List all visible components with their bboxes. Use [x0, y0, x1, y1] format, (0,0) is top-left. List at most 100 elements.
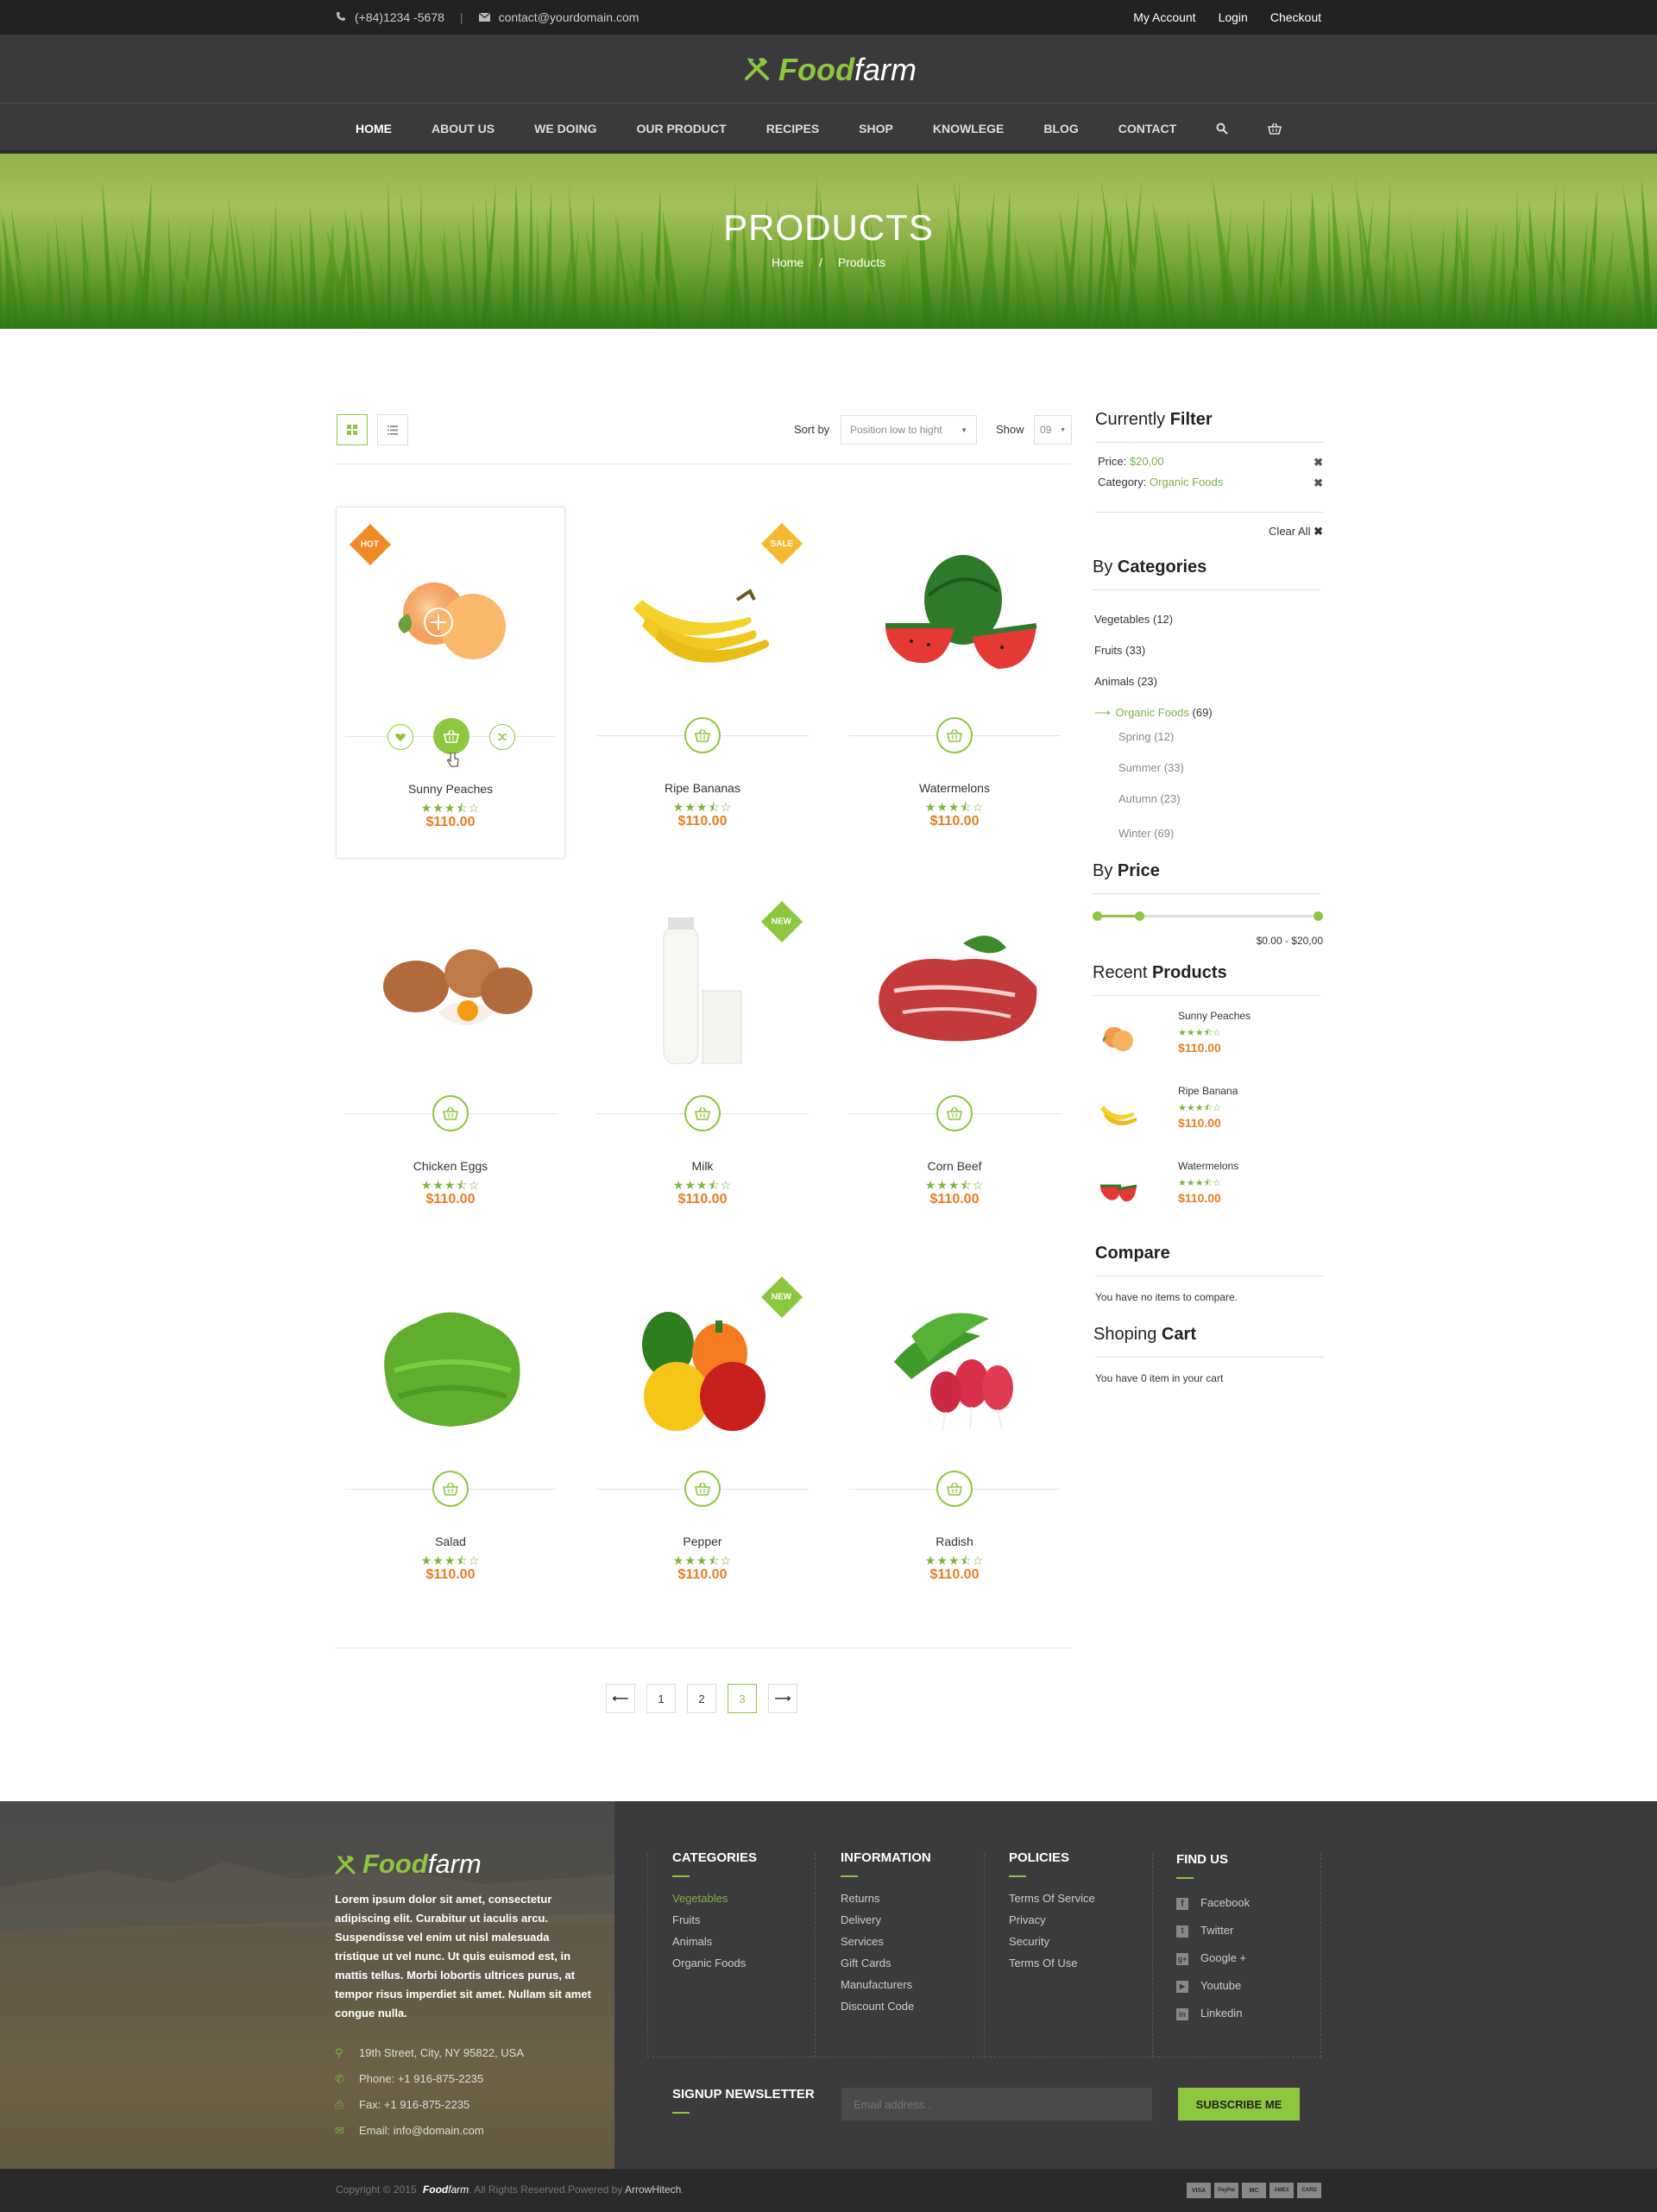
- footer-link[interactable]: Returns: [841, 1887, 931, 1909]
- subcategory-item[interactable]: Spring (12): [1118, 722, 1323, 753]
- product-name[interactable]: Milk: [588, 1159, 817, 1173]
- slider-handle-low[interactable]: [1135, 911, 1145, 921]
- pagination-next-button[interactable]: ⟶: [768, 1684, 797, 1713]
- product-name[interactable]: Pepper: [588, 1535, 817, 1548]
- wishlist-button[interactable]: [387, 724, 413, 750]
- product-image[interactable]: [356, 909, 545, 1064]
- product-image[interactable]: [860, 1284, 1049, 1440]
- category-item[interactable]: Fruits (33): [1094, 635, 1323, 666]
- product-image[interactable]: [608, 531, 797, 686]
- product-image[interactable]: [608, 909, 797, 1064]
- search-icon[interactable]: [1196, 104, 1248, 154]
- footer-link[interactable]: Manufacturers: [841, 1974, 931, 1995]
- linkedin-link[interactable]: in Linkedin: [1176, 2000, 1250, 2027]
- product-name[interactable]: Sunny Peaches: [337, 782, 564, 796]
- nav-item-contact[interactable]: CONTACT: [1099, 104, 1196, 154]
- add-to-cart-button[interactable]: [684, 1095, 721, 1131]
- footer-link[interactable]: Terms Of Use: [1009, 1952, 1095, 1974]
- subcategory-item[interactable]: Winter (69): [1118, 818, 1323, 849]
- clear-all-link[interactable]: Clear All ✖: [1095, 525, 1323, 539]
- product-image[interactable]: [860, 531, 1049, 686]
- add-to-cart-button[interactable]: [936, 717, 973, 753]
- footer-link[interactable]: Discount Code: [841, 1995, 931, 2017]
- subscribe-button[interactable]: SUBSCRIBE ME: [1178, 2088, 1300, 2121]
- twitter-link[interactable]: t Twitter: [1176, 1917, 1250, 1944]
- subcategory-item[interactable]: Autumn (23): [1118, 784, 1323, 815]
- product-card[interactable]: Salad ★★★⯪☆ $110.00: [336, 1260, 565, 1612]
- slider-handle-max[interactable]: [1314, 911, 1323, 921]
- product-image[interactable]: [356, 1284, 545, 1440]
- footer-link[interactable]: Security: [1009, 1931, 1095, 1952]
- list-view-button[interactable]: [377, 414, 408, 445]
- remove-category-filter-icon[interactable]: ✖: [1314, 476, 1323, 490]
- recent-product-name[interactable]: Ripe Banana: [1178, 1085, 1238, 1097]
- footer-link[interactable]: Gift Cards: [841, 1952, 931, 1974]
- breadcrumb-home[interactable]: Home: [772, 255, 803, 269]
- product-card[interactable]: Watermelons ★★★⯪☆ $110.00: [840, 507, 1069, 859]
- site-logo[interactable]: Foodfarm: [742, 52, 917, 88]
- nav-item-about-us[interactable]: ABOUT US: [412, 104, 514, 154]
- recent-product-item[interactable]: Sunny Peaches ★★★⯪☆ $110.00: [1095, 1010, 1323, 1085]
- nav-item-home[interactable]: HOME: [336, 104, 412, 154]
- product-card[interactable]: SALE Ripe Bananas ★★★⯪☆ $110.00: [588, 507, 817, 859]
- footer-link[interactable]: Organic Foods: [672, 1952, 757, 1974]
- google-plus-link[interactable]: g+ Google +: [1176, 1944, 1250, 1972]
- footer-link[interactable]: Fruits: [672, 1909, 757, 1931]
- powered-by-link[interactable]: ArrowHitech: [625, 2184, 681, 2196]
- remove-price-filter-icon[interactable]: ✖: [1314, 456, 1323, 469]
- subcategory-item[interactable]: Summer (33): [1118, 753, 1323, 784]
- nav-item-our-product[interactable]: OUR PRODUCT: [616, 104, 746, 154]
- recent-product-name[interactable]: Sunny Peaches: [1178, 1010, 1251, 1022]
- product-card[interactable]: Chicken Eggs ★★★⯪☆ $110.00: [336, 885, 565, 1237]
- product-name[interactable]: Ripe Bananas: [588, 781, 817, 795]
- product-card[interactable]: HOT Sunny Peaches ★★★⯪☆ $110.00: [336, 507, 565, 859]
- add-to-cart-button[interactable]: [936, 1095, 973, 1131]
- footer-link[interactable]: Privacy: [1009, 1909, 1095, 1931]
- nav-item-recipes[interactable]: RECIPES: [747, 104, 839, 154]
- youtube-link[interactable]: ▶ Youtube: [1176, 1972, 1250, 2000]
- product-image[interactable]: [356, 532, 546, 687]
- product-name[interactable]: Radish: [840, 1535, 1069, 1548]
- product-name[interactable]: Corn Beef: [840, 1159, 1069, 1173]
- footer-logo[interactable]: Foodfarm: [333, 1849, 482, 1880]
- footer-link[interactable]: Services: [841, 1931, 931, 1952]
- recent-product-name[interactable]: Watermelons: [1178, 1160, 1238, 1172]
- product-card[interactable]: NEW Milk ★★★⯪☆ $110.00: [588, 885, 817, 1237]
- recent-product-item[interactable]: Watermelons ★★★⯪☆ $110.00: [1095, 1160, 1323, 1235]
- recent-product-thumbnail[interactable]: [1095, 1092, 1142, 1138]
- cart-icon[interactable]: [1248, 104, 1301, 154]
- category-item[interactable]: Vegetables (12): [1094, 604, 1323, 635]
- product-card[interactable]: Radish ★★★⯪☆ $110.00: [840, 1260, 1069, 1612]
- product-card[interactable]: Corn Beef ★★★⯪☆ $110.00: [840, 885, 1069, 1237]
- checkout-link[interactable]: Checkout: [1270, 10, 1321, 24]
- price-slider[interactable]: [1093, 909, 1323, 930]
- add-to-cart-button[interactable]: [432, 1095, 469, 1131]
- add-to-cart-button[interactable]: [684, 1471, 721, 1507]
- pagination-page-3[interactable]: 3: [728, 1684, 757, 1713]
- footer-link[interactable]: Animals: [672, 1931, 757, 1952]
- facebook-link[interactable]: f Facebook: [1176, 1889, 1250, 1917]
- product-name[interactable]: Watermelons: [840, 781, 1069, 795]
- pagination-prev-button[interactable]: ⟵: [606, 1684, 635, 1713]
- footer-link[interactable]: Vegetables: [672, 1887, 757, 1909]
- nav-item-blog[interactable]: BLOG: [1024, 104, 1098, 154]
- recent-product-thumbnail[interactable]: [1095, 1017, 1142, 1063]
- category-item[interactable]: Animals (23): [1094, 666, 1323, 697]
- footer-email[interactable]: ✉ Email: info@domain.com: [335, 2118, 524, 2144]
- product-name[interactable]: Salad: [336, 1535, 565, 1548]
- footer-link[interactable]: Delivery: [841, 1909, 931, 1931]
- newsletter-email-input[interactable]: [841, 2088, 1152, 2121]
- add-to-cart-button[interactable]: [684, 717, 721, 753]
- grid-view-button[interactable]: [337, 414, 368, 445]
- product-image[interactable]: [860, 909, 1049, 1064]
- compare-button[interactable]: [489, 724, 515, 750]
- pagination-page-1[interactable]: 1: [646, 1684, 676, 1713]
- sort-select[interactable]: Position low to hight ▼: [841, 415, 977, 444]
- login-link[interactable]: Login: [1219, 10, 1248, 24]
- my-account-link[interactable]: My Account: [1133, 10, 1195, 24]
- recent-product-item[interactable]: Ripe Banana ★★★⯪☆ $110.00: [1095, 1085, 1323, 1160]
- product-name[interactable]: Chicken Eggs: [336, 1159, 565, 1173]
- nav-item-knowlege[interactable]: KNOWLEGE: [913, 104, 1024, 154]
- add-to-cart-button[interactable]: [936, 1471, 973, 1507]
- product-image[interactable]: [608, 1284, 797, 1440]
